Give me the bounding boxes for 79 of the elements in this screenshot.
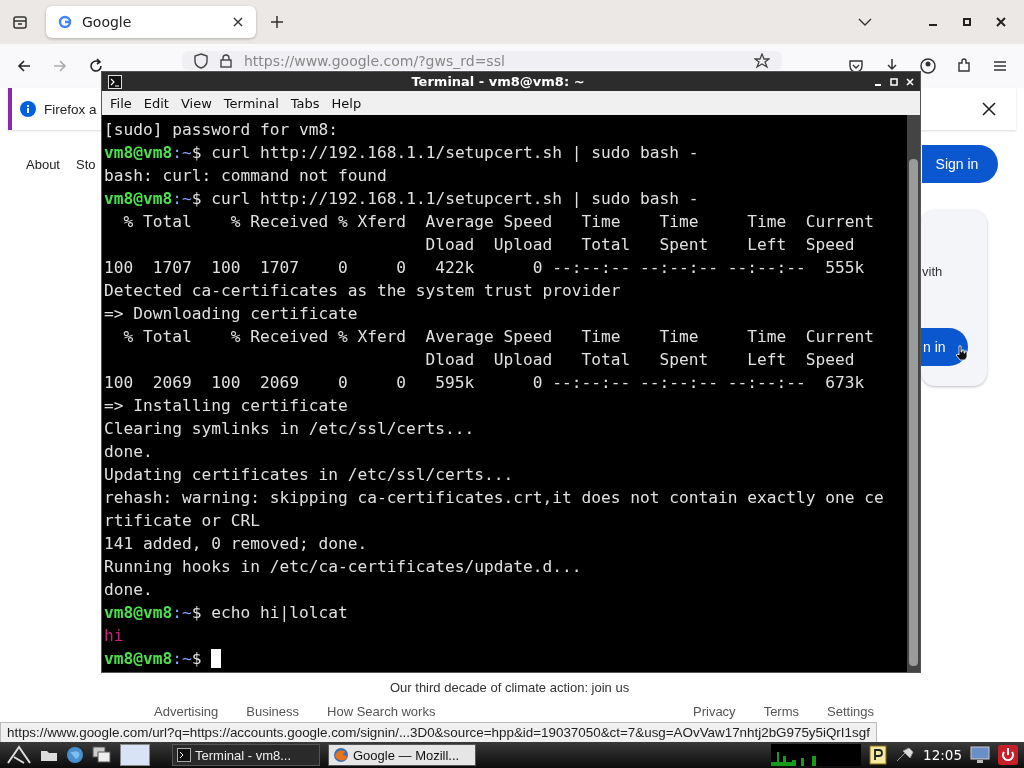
power-icon[interactable]: [998, 745, 1018, 765]
footer-link[interactable]: Terms: [763, 704, 799, 719]
card-text: vith: [922, 264, 943, 279]
terminal-line: hi: [104, 625, 125, 647]
nav-link[interactable]: Sto: [76, 156, 96, 172]
menu-item[interactable]: Terminal: [217, 95, 285, 111]
cpu-graph-icon: [771, 744, 862, 766]
terminal-icon: [177, 748, 191, 762]
terminal-icon: [108, 74, 122, 89]
window-title: Terminal - vm8@vm8: ~: [410, 74, 586, 89]
footer-link[interactable]: How Search works: [327, 704, 436, 719]
menu-item[interactable]: Tabs: [284, 95, 326, 111]
footer-link[interactable]: Advertising: [154, 704, 219, 719]
terminal-line: vm8@vm8:~$ curl http://192.168.1.1/setupcert.sh | sudo bash -: [104, 142, 700, 164]
back-icon[interactable]: [16, 58, 32, 74]
terminal-line: vm8@vm8:~$: [104, 647, 907, 670]
taskbar-task[interactable]: Google — Mozill...: [328, 744, 476, 766]
terminal-line: 141 added, 0 removed; done.: [104, 533, 369, 555]
terminal-line: 100 2069 100 2069 0 0 595k 0 --:--:-- --:--:-- --:--:-- 673k: [104, 372, 866, 394]
terminal-line: Dload Upload Total Spent Left Speed: [424, 234, 856, 256]
account-icon[interactable]: [920, 58, 936, 74]
menu-item[interactable]: View: [174, 95, 218, 111]
info-icon: [20, 101, 36, 117]
terminal-line: % Total % Received % Xferd Average Speed Time Time Time Current: [122, 211, 875, 233]
tab-list-icon[interactable]: [12, 14, 28, 30]
workspace-button[interactable]: [120, 744, 150, 766]
terminal-line: Clearing symlinks in /etc/ssl/certs...: [104, 418, 476, 440]
maximize-icon[interactable]: [962, 17, 972, 27]
terminal-line: vm8@vm8:~$ echo hi|lolcat: [104, 602, 349, 624]
footer-link[interactable]: Privacy: [693, 704, 736, 719]
terminal-line: done.: [104, 579, 154, 601]
terminal-line: Detected ca-certificates as the system trust provider: [104, 280, 622, 302]
browser-tab[interactable]: Google: [46, 6, 256, 38]
hand-cursor-icon: [955, 345, 969, 361]
clipboard-icon[interactable]: [869, 745, 888, 765]
terminal-line: % Total % Received % Xferd Average Speed Time Time Time Current: [122, 326, 875, 348]
google-icon: [58, 15, 72, 29]
notification-text: Firefox a: [44, 101, 97, 117]
terminal-line: Updating certificates in /etc/ssl/certs...: [104, 464, 515, 486]
url-text: https://www.google.com/?gws_rd=ssl: [244, 52, 505, 69]
close-icon[interactable]: [996, 17, 1006, 27]
terminal-line: [sudo] password for vm8:: [104, 119, 339, 141]
menu-item[interactable]: File: [104, 95, 138, 111]
terminal-line: done.: [104, 441, 154, 463]
close-icon[interactable]: [232, 16, 244, 28]
reload-icon[interactable]: [88, 58, 104, 74]
footer-link[interactable]: Business: [246, 704, 300, 719]
star-icon[interactable]: [754, 52, 770, 69]
terminal-line: => Installing certificate: [104, 395, 349, 417]
terminal-line: vm8@vm8:~$ curl http://192.168.1.1/setupcert.sh | sudo bash -: [104, 188, 700, 210]
scrollbar[interactable]: [907, 115, 920, 672]
nav-link[interactable]: About: [26, 156, 60, 172]
lock-icon: [220, 53, 232, 68]
new-tab-icon[interactable]: [270, 15, 284, 29]
sign-in-button[interactable]: Sign in: [922, 145, 998, 183]
monitor-icon[interactable]: [970, 746, 990, 764]
terminal-line: Running hooks in /etc/ca-certificates/update.d...: [104, 556, 583, 578]
fox-globe-icon: [333, 747, 349, 763]
close-icon[interactable]: [982, 102, 996, 116]
menu-item[interactable]: Help: [325, 95, 368, 111]
terminal-line: => Downloading certificate: [104, 303, 359, 325]
terminal-line: 100 1707 100 1707 0 0 422k 0 --:--:-- --:--:-- --:--:-- 555k: [104, 257, 866, 279]
terminal-line: rtificate or CRL: [104, 510, 261, 532]
terminal-line: rehash: warning: skipping ca-certificates.crt,it does not contain exactly one ce: [104, 487, 885, 509]
windows-icon[interactable]: [92, 746, 112, 764]
clock[interactable]: 12:05: [923, 747, 962, 763]
status-url: https://www.google.com/url?q=https://accounts.google.com/signin/...3D0&source=hpp&id=19037050&ct=7&usg=AOvVaw17nhtj2bG975y5iQrI1sgf: [0, 722, 877, 744]
terminal-line: bash: curl: command not found: [104, 165, 388, 187]
start-menu-icon[interactable]: [6, 745, 32, 765]
footer-link[interactable]: Settings: [827, 704, 874, 719]
shield-icon: [194, 52, 208, 69]
menu-icon[interactable]: [992, 58, 1008, 74]
promo-text[interactable]: Our third decade of climate action: join us: [390, 680, 630, 695]
globe-icon[interactable]: [66, 746, 84, 764]
menu-item[interactable]: Edit: [137, 95, 175, 111]
chevron-down-icon[interactable]: [858, 17, 872, 27]
tab-title: Google: [82, 14, 132, 30]
terminal-line: Dload Upload Total Spent Left Speed: [424, 349, 856, 371]
taskbar-task[interactable]: Terminal - vm8...: [172, 744, 320, 766]
